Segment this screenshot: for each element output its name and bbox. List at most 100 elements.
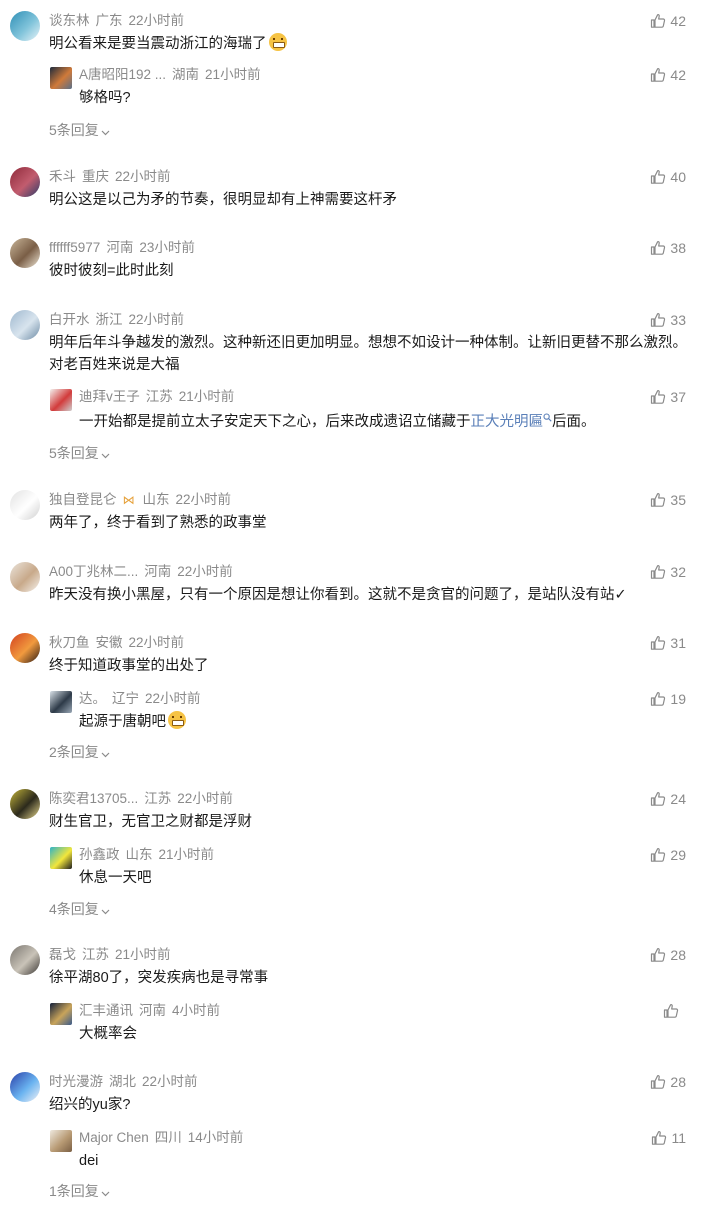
like-button[interactable]: 38 (650, 238, 686, 258)
comment-time: 21小时前 (115, 947, 171, 962)
avatar[interactable] (50, 67, 72, 89)
comment-time: 4小时前 (172, 1003, 221, 1018)
like-button[interactable]: 31 (650, 633, 686, 653)
comment-text: 徐平湖80了，突发疾病也是寻常事 (49, 967, 689, 989)
comment-text: dei (79, 1150, 679, 1172)
like-button[interactable]: 19 (650, 689, 686, 709)
avatar[interactable] (10, 1072, 40, 1102)
comment-text: 绍兴的yu家? (49, 1094, 689, 1116)
comment-meta: 时光漫游 湖北 22小时前 (49, 1072, 198, 1092)
author-name[interactable]: 谈东林 (49, 13, 90, 28)
avatar[interactable] (10, 490, 40, 520)
like-button[interactable]: 33 (650, 310, 686, 330)
author-name[interactable]: 孙鑫政 (79, 847, 120, 862)
like-button[interactable]: 32 (650, 562, 686, 582)
comment-text: 彼时彼刻=此时此刻 (49, 260, 689, 282)
comment-meta: 秋刀鱼 安徽 22小时前 (49, 633, 184, 653)
author-name[interactable]: 独自登昆仑 (49, 492, 117, 507)
like-button[interactable]: 40 (650, 167, 686, 187)
expand-replies-button[interactable]: 5条回复 (49, 120, 110, 140)
avatar[interactable] (50, 389, 72, 411)
avatar[interactable] (10, 310, 40, 340)
like-button[interactable]: 37 (650, 387, 686, 407)
like-count: 33 (670, 312, 686, 328)
like-button[interactable]: 42 (650, 11, 686, 31)
expand-replies-label: 2条回复 (49, 744, 99, 760)
comment-text: 明年后年斗争越发的激烈。这种新还旧更加明显。想想不如设计一种体制。让新旧更替不那… (49, 332, 689, 376)
author-name[interactable]: A唐昭阳192 ... (79, 67, 166, 82)
author-location: 重庆 (82, 169, 109, 184)
expand-replies-button[interactable]: 4条回复 (49, 899, 110, 919)
author-name[interactable]: 秋刀鱼 (49, 635, 90, 650)
author-name[interactable]: A00丁兆林二... (49, 564, 138, 579)
like-count: 19 (670, 691, 686, 707)
author-name[interactable]: 白开水 (49, 312, 90, 327)
like-button[interactable]: 42 (650, 65, 686, 85)
author-name[interactable]: 时光漫游 (49, 1074, 103, 1089)
grin-emoji-icon (268, 33, 287, 51)
like-count: 40 (670, 169, 686, 185)
like-button[interactable]: 35 (650, 490, 686, 510)
author-name[interactable]: ffffff5977 (49, 240, 100, 255)
avatar[interactable] (10, 945, 40, 975)
comment-text-body: 昨天没有换小黑屋，只有一个原因是想让你看到。这就不是贪官的问题了，是站队没有站✓ (49, 587, 627, 603)
avatar[interactable] (10, 11, 40, 41)
chevron-down-icon (99, 1183, 110, 1199)
comment-text: 终于知道政事堂的出处了 (49, 655, 689, 677)
avatar[interactable] (50, 1130, 72, 1152)
like-button[interactable]: 11 (651, 1128, 686, 1148)
comment-time: 23小时前 (139, 240, 195, 255)
comment-meta: 禾斗 重庆 22小时前 (49, 167, 171, 187)
comment-text-body: 大概率会 (79, 1026, 137, 1042)
avatar[interactable] (50, 691, 72, 713)
comment-text-body: 起源于唐朝吧 (79, 714, 166, 730)
comment-meta: 谈东林 广东 22小时前 (49, 11, 184, 31)
like-button[interactable] (663, 1001, 683, 1021)
author-location: 江苏 (145, 389, 173, 404)
avatar[interactable] (10, 238, 40, 268)
author-name[interactable]: Major Chen (79, 1130, 149, 1145)
comment-time: 21小时前 (158, 847, 215, 862)
comment-text-body: 终于知道政事堂的出处了 (49, 658, 209, 674)
comment-text-body: 彼时彼刻=此时此刻 (49, 263, 174, 279)
like-button[interactable]: 29 (650, 845, 686, 865)
comment-text-post: 后面。 (552, 414, 596, 430)
author-name[interactable]: 汇丰通讯 (79, 1003, 133, 1018)
comment-time: 22小时前 (175, 492, 232, 507)
comment-time: 22小时前 (142, 1074, 198, 1089)
author-name[interactable]: 迪拜v王子 (79, 389, 140, 404)
avatar[interactable] (10, 167, 40, 197)
like-button[interactable]: 28 (650, 945, 686, 965)
expand-replies-button[interactable]: 2条回复 (49, 742, 110, 762)
avatar[interactable] (10, 633, 40, 663)
author-location: 四川 (154, 1130, 182, 1145)
comment-text-body: dei (79, 1153, 99, 1169)
author-name[interactable]: 达。 (79, 691, 106, 706)
chevron-down-icon (101, 909, 110, 915)
like-button[interactable]: 24 (650, 789, 686, 809)
avatar[interactable] (50, 1003, 72, 1025)
comment-time: 22小时前 (115, 169, 171, 184)
thumb-up-icon (651, 948, 666, 962)
expand-replies-label: 4条回复 (49, 901, 99, 917)
author-location: 河南 (106, 240, 134, 255)
author-location: 河南 (144, 564, 172, 579)
avatar[interactable] (10, 562, 40, 592)
comment-meta: 陈奕君13705... 江苏 22小时前 (49, 789, 233, 809)
like-button[interactable]: 28 (650, 1072, 686, 1092)
comment-text-body: 够格吗? (79, 90, 131, 106)
thumb-up-icon (651, 1075, 666, 1089)
expand-replies-button[interactable]: 5条回复 (49, 443, 110, 463)
comment-time: 22小时前 (128, 312, 185, 327)
comment-meta: 迪拜v王子 江苏 21小时前 (79, 387, 234, 407)
author-location: 辽宁 (112, 691, 139, 706)
author-name[interactable]: 陈奕君13705... (49, 791, 138, 806)
avatar[interactable] (10, 789, 40, 819)
topic-link[interactable]: 正大光明匾 (471, 414, 544, 430)
avatar[interactable] (50, 847, 72, 869)
author-name[interactable]: 磊戈 (49, 947, 76, 962)
chevron-down-icon (99, 122, 110, 138)
comment-text: 够格吗? (79, 87, 679, 109)
expand-replies-button[interactable]: 1条回复 (49, 1181, 110, 1201)
author-name[interactable]: 禾斗 (49, 169, 76, 184)
